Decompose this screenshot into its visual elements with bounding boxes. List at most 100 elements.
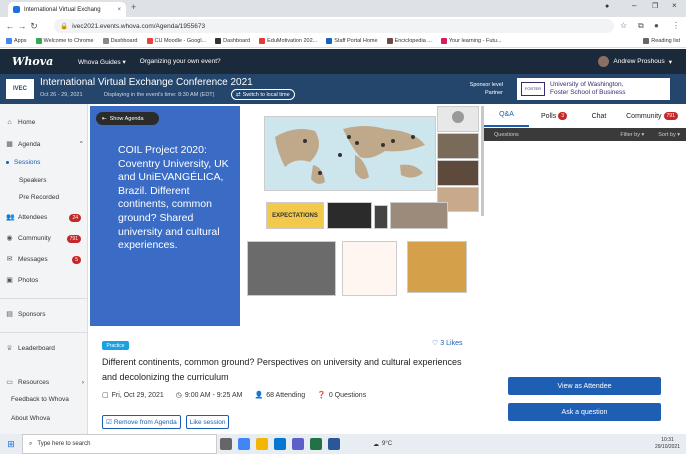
outlook-icon[interactable] (274, 438, 286, 450)
bookmark-edumotivation[interactable]: EduMotivation 202... (259, 38, 317, 44)
chrome-taskbar-icon[interactable] (238, 438, 250, 450)
star-icon[interactable]: ☆ (620, 21, 627, 30)
clock-icon: ◷ (175, 392, 182, 399)
sidebar-item-community[interactable]: ◉ Community 791 (6, 234, 84, 243)
whova-guides-menu[interactable]: Whova Guides ▾ (78, 58, 126, 66)
session-questions[interactable]: ❓ 0 Questions (317, 391, 366, 400)
sidebar-item-photos[interactable]: ▣ Photos (6, 277, 84, 284)
active-dot-icon (6, 161, 9, 164)
bookmark-apps[interactable]: Apps (6, 38, 27, 44)
like-session-button[interactable]: Like session (185, 415, 230, 429)
extensions-icon[interactable]: ⧉ (638, 21, 644, 31)
address-field[interactable]: 🔒 ivec2021.events.whova.com/Agenda/19556… (54, 19, 614, 33)
sidebar-item-resources[interactable]: ▭ Resources › (6, 379, 84, 386)
session-actions: ☑ Remove from Agenda Like session (102, 415, 230, 429)
back-icon[interactable]: ← (4, 21, 16, 31)
taskbar-clock[interactable]: 10:31 29/10/2021 (655, 437, 680, 451)
bookmarks-bar: Apps Welcome to Chrome Dashboard CU Mood… (0, 35, 686, 48)
book-icon (386, 38, 393, 44)
teams-icon[interactable] (292, 438, 304, 450)
task-view-icon[interactable] (220, 438, 232, 450)
show-agenda-button[interactable]: ⇤ Show Agenda (96, 112, 159, 125)
user-menu[interactable]: Andrew Proshous ▾ (598, 56, 672, 67)
participant-video-2 (437, 133, 479, 159)
whova-logo[interactable]: Whova (12, 55, 62, 68)
forward-icon[interactable]: → (16, 21, 28, 31)
url-text: ivec2021.events.whova.com/Agenda/1955673 (72, 22, 206, 30)
bookmark-welcome[interactable]: Welcome to Chrome (35, 38, 94, 44)
clock-icon: ⇄ (236, 91, 241, 98)
sidebar-item-messages[interactable]: ✉ Messages 5 (6, 255, 84, 264)
whova-favicon-icon (13, 6, 20, 13)
cloud-icon: ☁ (373, 441, 379, 448)
google-icon (146, 38, 153, 44)
bookmark-moodle[interactable]: CU Moodle - Googl... (146, 38, 206, 44)
switch-time-button[interactable]: ⇄ Switch to local time (231, 89, 295, 100)
organizing-link[interactable]: Organizing your own event? (140, 58, 221, 65)
sort-dropdown[interactable]: Sort by ▾ (658, 132, 680, 138)
sponsor-icon: ▤ (6, 311, 13, 318)
close-tab-icon[interactable]: × (117, 7, 121, 13)
menu-kebab-icon[interactable]: ⋮ (672, 21, 680, 30)
polls-badge: 3 (558, 112, 567, 120)
taskbar-search[interactable]: ⌕ Type here to search (22, 434, 217, 454)
session-attending[interactable]: 👤 68 Attending (254, 391, 305, 400)
lock-icon: 🔒 (60, 23, 69, 30)
bookmark-dashboard-2[interactable]: Dashboard (215, 38, 250, 44)
weather-widget[interactable]: ☁ 9°C (373, 441, 392, 448)
sidebar-item-speakers[interactable]: Speakers (19, 177, 97, 184)
sidebar-item-attendees[interactable]: 👥 Attendees 24 (6, 213, 84, 222)
bookmark-staff-portal[interactable]: Staff Portal Home (326, 38, 378, 44)
windows-taskbar: ⊞ ⌕ Type here to search ☁ 9°C 10:31 29/10/2… (0, 434, 686, 454)
conference-logo: IVEC (6, 79, 34, 99)
sidebar-item-leaderboard[interactable]: ♕ Leaderboard (6, 345, 84, 352)
sidebar-item-sponsors[interactable]: ▤ Sponsors (6, 311, 84, 318)
maximize-icon[interactable]: ❐ (652, 2, 658, 10)
food-photo-image (407, 241, 467, 293)
filter-dropdown[interactable]: Filter by ▾ (620, 132, 644, 138)
account-icon[interactable]: ● (654, 21, 659, 30)
file-explorer-icon[interactable] (256, 438, 268, 450)
minimize-icon[interactable]: – (632, 1, 636, 10)
tab-polls[interactable]: Polls 3 (529, 112, 579, 120)
message-icon: ✉ (6, 256, 13, 263)
chrome-icon (35, 38, 42, 44)
community-tab-badge: 791 (663, 112, 678, 120)
slide-text: COIL Project 2020: Coventry University, … (118, 144, 229, 252)
sidebar-item-home[interactable]: ⌂ Home (6, 119, 84, 126)
excel-icon[interactable] (310, 438, 322, 450)
new-tab-icon[interactable]: + (131, 2, 136, 12)
likes-button[interactable]: ♡ 3 Likes (432, 339, 462, 348)
sponsor-banner[interactable]: FOSTER University of Washington, Foster S… (517, 78, 670, 100)
tab-title: International Virtual Exchang (24, 6, 101, 13)
community-icon: ◉ (6, 235, 13, 242)
bookmark-your-learning[interactable]: Your learning - Futu... (440, 38, 502, 44)
reading-list[interactable]: Reading list (643, 38, 680, 44)
browser-tab[interactable]: International Virtual Exchang × (8, 2, 126, 17)
session-time: ◷ 9:00 AM - 9:25 AM (175, 391, 243, 400)
bookmark-enciclopedia[interactable]: Enciclopedia ... (386, 38, 432, 44)
sidebar-item-prerecorded[interactable]: Pre Recorded (19, 194, 97, 201)
tab-qa[interactable]: Q&A (484, 105, 529, 127)
sidebar-item-agenda[interactable]: ▦ Agenda ⌃ (6, 140, 84, 149)
ask-question-button[interactable]: Ask a question (508, 403, 661, 421)
sidebar-item-sessions[interactable]: Sessions (6, 159, 84, 166)
view-as-attendee-button[interactable]: View as Attendee (508, 377, 661, 395)
feedback-link[interactable]: Feedback to Whova (11, 396, 89, 403)
session-tag: Practice (102, 341, 129, 350)
tab-chat[interactable]: Chat (579, 113, 619, 120)
dashboard-icon (215, 38, 222, 44)
home-icon: ⌂ (7, 119, 12, 126)
tab-community[interactable]: Community 791 (619, 112, 685, 120)
conference-title: International Virtual Exchange Conferenc… (40, 77, 253, 88)
remove-agenda-button[interactable]: ☑ Remove from Agenda (102, 415, 181, 429)
close-window-icon[interactable]: × (672, 1, 677, 10)
profile-sync-icon[interactable]: ● (605, 3, 609, 10)
reload-icon[interactable]: ↻ (28, 21, 40, 32)
left-sidebar: ⌂ Home ▦ Agenda ⌃ Sessions Speakers Pre Rec… (0, 104, 88, 434)
word-icon[interactable] (328, 438, 340, 450)
bookmark-dashboard[interactable]: Dashboard (102, 38, 138, 44)
questions-header: Questions Filter by ▾ Sort by ▾ (484, 128, 686, 141)
windows-start-icon[interactable]: ⊞ (0, 439, 22, 450)
about-link[interactable]: About Whova (11, 415, 89, 422)
